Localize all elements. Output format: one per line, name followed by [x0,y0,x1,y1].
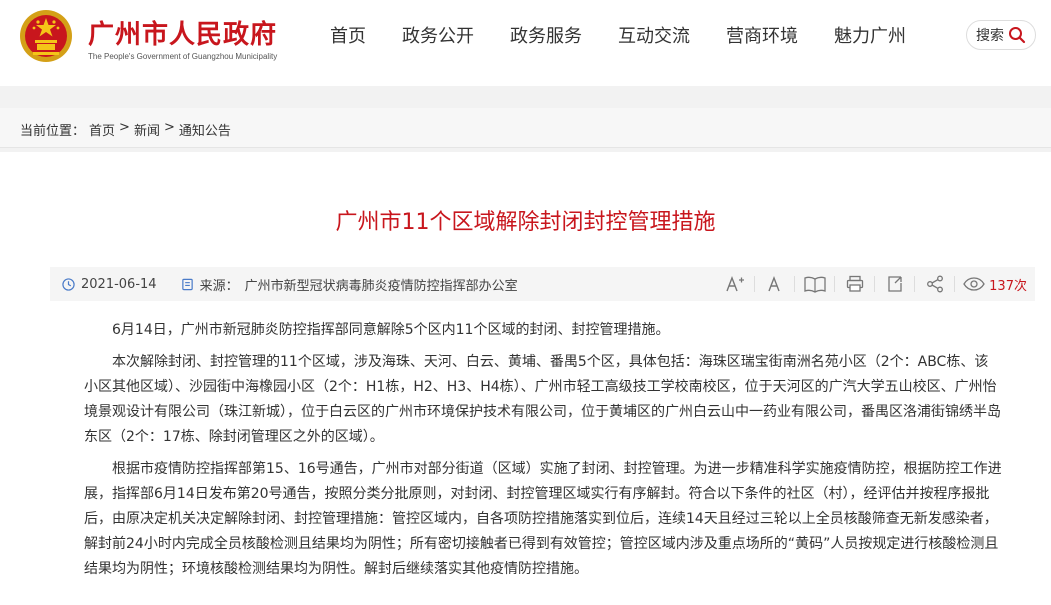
views-count: 137次 [989,275,1027,294]
article-title: 广州市11个区域解除封闭封控管理措施 [335,210,716,235]
print-button[interactable] [835,267,876,301]
article-paragraph: 6月14日，广州市新冠肺炎防控指挥部同意解除5个区内11个区域的封闭、封控管理措… [112,322,670,338]
views-counter: 137次 [963,275,1027,294]
breadcrumb-separator: > [163,120,175,135]
eye-icon [963,277,985,291]
nav-item-business-environment[interactable]: 营商环境 [726,22,798,48]
breadcrumb-notices[interactable]: 通知公告 [179,120,231,139]
save-button[interactable] [875,267,916,301]
header-divider [0,86,1051,100]
nav-item-home[interactable]: 首页 [330,22,366,48]
reading-mode-button[interactable] [795,267,836,301]
search-button[interactable]: 搜索 [966,20,1036,50]
views-number: 137 [989,278,1014,294]
share-button[interactable] [915,267,956,301]
breadcrumb-news[interactable]: 新闻 [134,120,160,139]
search-label: 搜索 [976,28,1004,44]
share-icon [927,275,944,293]
article-source: 来源： 广州市新型冠状病毒肺炎疫情防控指挥部办公室 [181,275,518,294]
article-source-text: 广州市新型冠状病毒肺炎疫情防控指挥部办公室 [244,278,518,294]
site-subtitle: The People's Government of Guangzhou Mun… [88,52,278,61]
main-nav: 首页 政务公开 政务服务 互动交流 营商环境 魅力广州 [330,22,942,48]
article-paragraph: 根据市疫情防控指挥部第15、16号通告，广州市对部分街道（区域）实施了封闭、封控… [84,461,1002,577]
views-unit: 次 [1013,278,1027,294]
search-icon [1009,27,1026,44]
national-emblem-icon[interactable] [18,8,74,64]
breadcrumb: 当前位置： 首页 > 新闻 > 通知公告 [20,120,231,139]
breadcrumb-bar: 当前位置： 首页 > 新闻 > 通知公告 [0,108,1051,148]
article-paragraph: 本次解除封闭、封控管理的11个区域，涉及海珠、天河、白云、黄埔、番禺5个区，具体… [84,354,1001,445]
article-date-text: 2021-06-14 [81,276,157,292]
font-increase-icon [726,276,745,292]
nav-item-interaction[interactable]: 互动交流 [618,22,690,48]
site-title[interactable]: 广州市人民政府 [88,14,277,51]
print-icon [847,275,864,292]
clock-icon [62,277,75,291]
article-tools: 137次 [715,267,1027,301]
breadcrumb-home[interactable]: 首页 [89,120,115,139]
font-increase-button[interactable] [715,267,756,301]
breadcrumb-prefix: 当前位置： [20,124,86,139]
font-decrease-icon [768,276,780,292]
font-decrease-button[interactable] [755,267,796,301]
article-container: 广州市11个区域解除封闭封控管理措施 2021-06-14 来源： 广州市新型冠… [0,152,1051,605]
article-date: 2021-06-14 [62,277,157,292]
article-body: 6月14日，广州市新冠肺炎防控指挥部同意解除5个区内11个区域的封闭、封控管理措… [84,318,1002,589]
nav-item-government-affairs[interactable]: 政务公开 [402,22,474,48]
nav-item-government-services[interactable]: 政务服务 [510,22,582,48]
book-icon [804,276,826,293]
article-source-label: 来源： [199,278,239,294]
nav-item-charm-guangzhou[interactable]: 魅力广州 [834,22,906,48]
export-icon [888,276,902,292]
article-meta-bar: 2021-06-14 来源： 广州市新型冠状病毒肺炎疫情防控指挥部办公室 137… [50,267,1035,301]
document-icon [181,278,193,290]
site-header: 广州市人民政府 The People's Government of Guang… [0,0,1051,86]
breadcrumb-separator: > [119,120,130,135]
